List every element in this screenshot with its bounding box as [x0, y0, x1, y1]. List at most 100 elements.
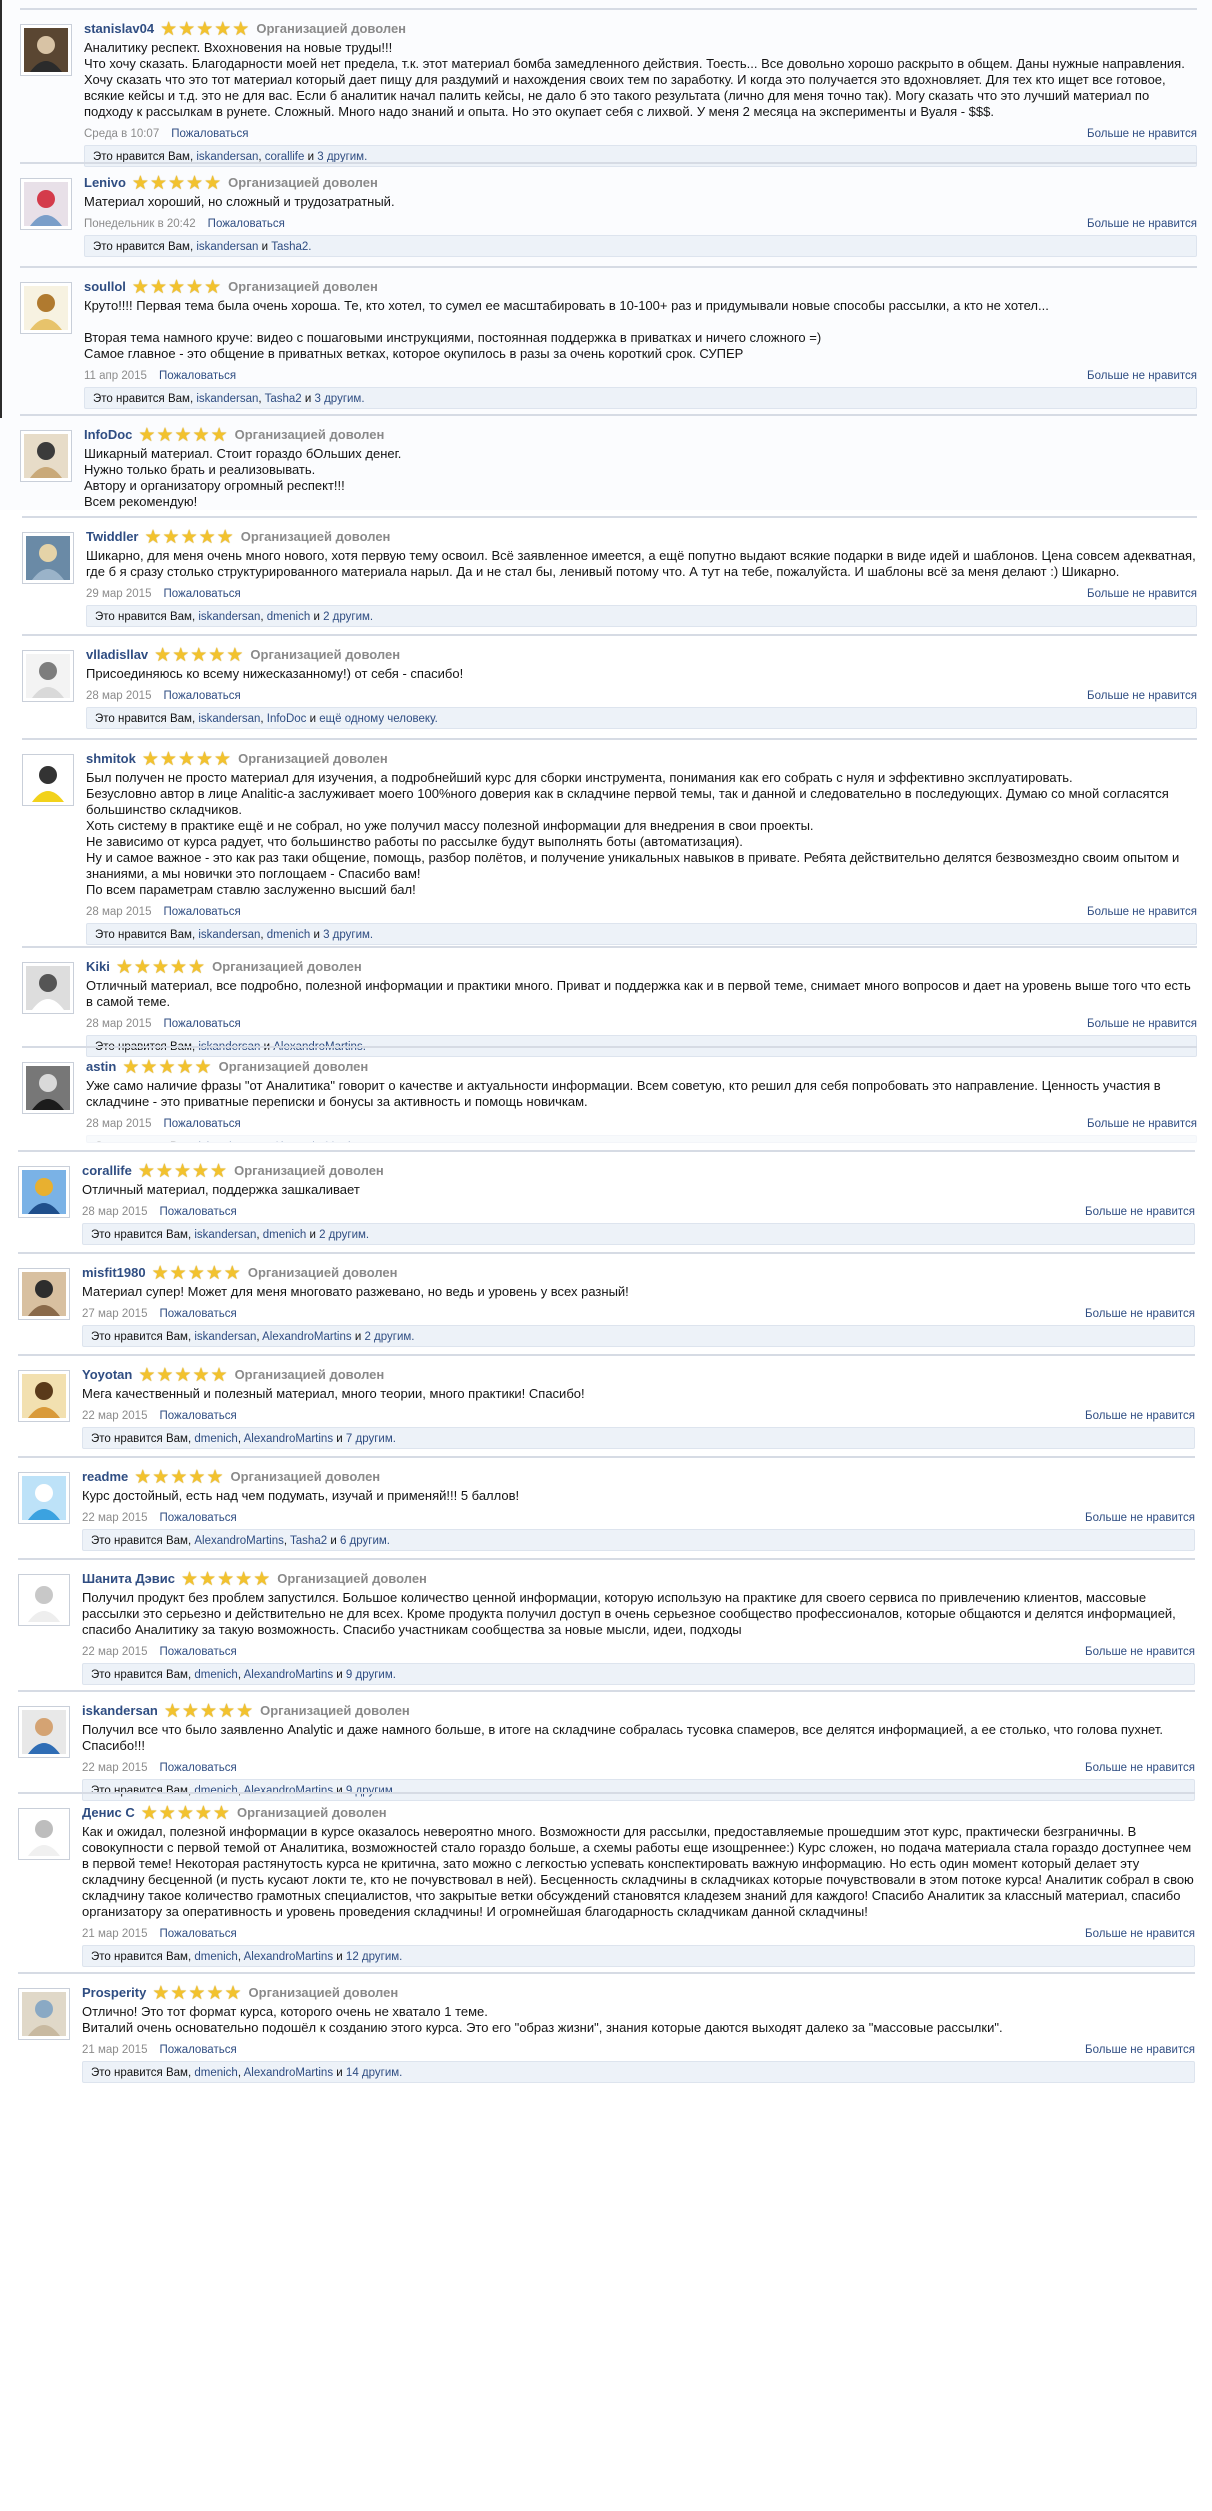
avatar[interactable] — [18, 1268, 70, 1320]
liker-link[interactable]: iskandersan — [198, 929, 260, 941]
username-link[interactable]: Шанита Дэвис — [82, 1571, 175, 1586]
username-link[interactable]: corallife — [82, 1163, 132, 1178]
liker-link[interactable]: iskandersan — [198, 713, 260, 725]
others-link[interactable]: AlexandroMartins. — [273, 1141, 366, 1142]
unlike-link[interactable]: Больше не нравится — [1087, 367, 1197, 385]
report-link[interactable]: Пожаловаться — [163, 1118, 240, 1130]
report-link[interactable]: Пожаловаться — [159, 370, 236, 382]
liker-link[interactable]: iskandersan — [198, 611, 260, 623]
others-link[interactable]: 9 другим. — [346, 1669, 396, 1681]
unlike-link[interactable]: Больше не нравится — [1087, 1015, 1197, 1033]
report-link[interactable]: Пожаловаться — [159, 2044, 236, 2056]
others-link[interactable]: Tasha2. — [271, 241, 311, 253]
avatar[interactable] — [20, 282, 72, 334]
others-link[interactable]: 7 другим. — [346, 1433, 396, 1445]
liker-link[interactable]: AlexandroMartins — [244, 1669, 333, 1681]
username-link[interactable]: Lenivo — [84, 175, 126, 190]
unlike-link[interactable]: Больше не нравится — [1085, 1759, 1195, 1777]
liker-link[interactable]: dmenich — [194, 1951, 237, 1963]
others-link[interactable]: 14 другим. — [346, 2067, 402, 2079]
liker-link[interactable]: dmenich — [194, 1669, 237, 1681]
liker-link[interactable]: dmenich — [194, 2067, 237, 2079]
others-link[interactable]: 6 другим. — [340, 1535, 390, 1547]
unlike-link[interactable]: Больше не нравится — [1087, 1115, 1197, 1133]
report-link[interactable]: Пожаловаться — [159, 1928, 236, 1940]
username-link[interactable]: Денис С — [82, 1805, 135, 1820]
liker-link[interactable]: Tasha2 — [290, 1535, 327, 1547]
liker-link[interactable]: iskandersan — [194, 1331, 256, 1343]
avatar[interactable] — [18, 1370, 70, 1422]
others-link[interactable]: 2 другим. — [319, 1229, 369, 1241]
unlike-link[interactable]: Больше не нравится — [1087, 215, 1197, 233]
unlike-link[interactable]: Больше не нравится — [1087, 903, 1197, 921]
username-link[interactable]: Yoyotan — [82, 1367, 132, 1382]
liker-link[interactable]: Tasha2 — [265, 393, 302, 405]
liker-link[interactable]: iskandersan — [194, 1229, 256, 1241]
avatar[interactable] — [22, 962, 74, 1014]
username-link[interactable]: Prosperity — [82, 1985, 146, 2000]
unlike-link[interactable]: Больше не нравится — [1085, 1509, 1195, 1527]
avatar[interactable] — [18, 1988, 70, 2040]
report-link[interactable]: Пожаловаться — [163, 690, 240, 702]
avatar[interactable] — [22, 650, 74, 702]
liker-link[interactable]: dmenich — [194, 1433, 237, 1445]
username-link[interactable]: astin — [86, 1059, 116, 1074]
username-link[interactable]: misfit1980 — [82, 1265, 146, 1280]
report-link[interactable]: Пожаловаться — [208, 218, 285, 230]
liker-link[interactable]: dmenich — [267, 929, 310, 941]
avatar[interactable] — [22, 532, 74, 584]
username-link[interactable]: soullol — [84, 279, 126, 294]
unlike-link[interactable]: Больше не нравится — [1087, 687, 1197, 705]
unlike-link[interactable]: Больше не нравится — [1085, 1643, 1195, 1661]
avatar[interactable] — [18, 1808, 70, 1860]
others-link[interactable]: 12 другим. — [346, 1951, 402, 1963]
unlike-link[interactable]: Больше не нравится — [1087, 585, 1197, 603]
avatar[interactable] — [22, 754, 74, 806]
unlike-link[interactable]: Больше не нравится — [1085, 1203, 1195, 1221]
username-link[interactable]: iskandersan — [82, 1703, 158, 1718]
unlike-link[interactable]: Больше не нравится — [1085, 1305, 1195, 1323]
avatar[interactable] — [20, 178, 72, 230]
others-link[interactable]: 3 другим. — [315, 393, 365, 405]
report-link[interactable]: Пожаловаться — [159, 1646, 236, 1658]
liker-link[interactable]: AlexandroMartins — [194, 1535, 283, 1547]
liker-link[interactable]: dmenich — [263, 1229, 306, 1241]
username-link[interactable]: stanislav04 — [84, 21, 154, 36]
liker-link[interactable]: AlexandroMartins — [244, 2067, 333, 2079]
unlike-link[interactable]: Больше не нравится — [1085, 1925, 1195, 1943]
report-link[interactable]: Пожаловаться — [159, 1410, 236, 1422]
others-link[interactable]: 2 другим. — [323, 611, 373, 623]
avatar[interactable] — [18, 1472, 70, 1524]
liker-link[interactable]: iskandersan — [196, 241, 258, 253]
avatar[interactable] — [18, 1706, 70, 1758]
username-link[interactable]: vlladisllav — [86, 647, 148, 662]
username-link[interactable]: Kiki — [86, 959, 110, 974]
avatar[interactable] — [18, 1574, 70, 1626]
liker-link[interactable]: AlexandroMartins — [262, 1331, 351, 1343]
others-link[interactable]: 3 другим. — [323, 929, 373, 941]
others-link[interactable]: ещё одному человеку. — [319, 713, 438, 725]
username-link[interactable]: readme — [82, 1469, 128, 1484]
report-link[interactable]: Пожаловаться — [171, 128, 248, 140]
report-link[interactable]: Пожаловаться — [159, 1308, 236, 1320]
avatar[interactable] — [22, 1062, 74, 1114]
unlike-link[interactable]: Больше не нравится — [1085, 2041, 1195, 2059]
liker-link[interactable]: dmenich — [267, 611, 310, 623]
username-link[interactable]: shmitok — [86, 751, 136, 766]
report-link[interactable]: Пожаловаться — [159, 1762, 236, 1774]
avatar[interactable] — [20, 430, 72, 482]
report-link[interactable]: Пожаловаться — [163, 906, 240, 918]
username-link[interactable]: InfoDoc — [84, 427, 132, 442]
report-link[interactable]: Пожаловаться — [159, 1512, 236, 1524]
liker-link[interactable]: iskandersan — [198, 1141, 260, 1142]
unlike-link[interactable]: Больше не нравится — [1087, 125, 1197, 143]
avatar[interactable] — [18, 1166, 70, 1218]
report-link[interactable]: Пожаловаться — [163, 1018, 240, 1030]
liker-link[interactable]: AlexandroMartins — [244, 1433, 333, 1445]
avatar[interactable] — [20, 24, 72, 76]
report-link[interactable]: Пожаловаться — [159, 1206, 236, 1218]
unlike-link[interactable]: Больше не нравится — [1085, 1407, 1195, 1425]
report-link[interactable]: Пожаловаться — [163, 588, 240, 600]
liker-link[interactable]: InfoDoc — [267, 713, 307, 725]
liker-link[interactable]: AlexandroMartins — [244, 1951, 333, 1963]
